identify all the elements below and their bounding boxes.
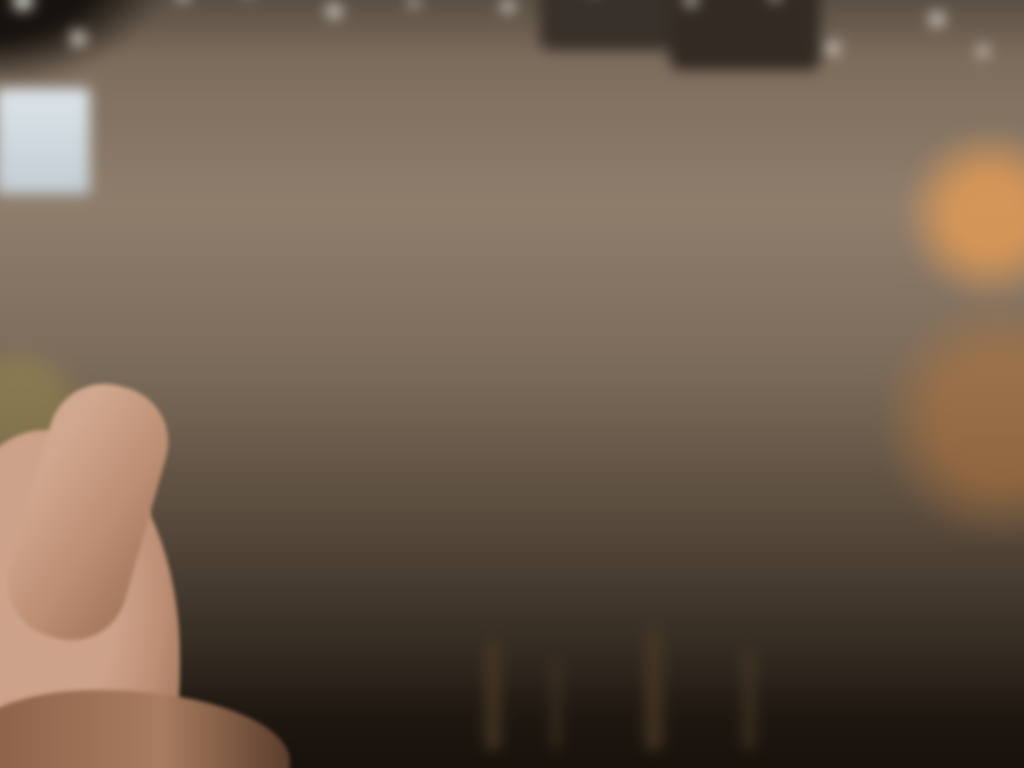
ceiling-light [976,44,990,58]
chair-leg [645,630,663,750]
warm-light-glow [895,130,1024,300]
chair-leg [550,660,562,750]
chair-leg [485,640,501,750]
ceiling-light [825,40,841,56]
ceiling-light [500,0,516,14]
stage: $ ? [0,0,1024,768]
ceiling-light [408,0,420,8]
projector-screen [0,88,90,194]
ceiling-light [175,0,191,2]
warm-light-glow [870,300,1024,540]
ceiling-light [68,28,88,48]
ceiling-light [325,2,343,20]
chair-leg [742,650,756,750]
ceiling-beam [670,0,820,70]
ceiling-light [928,10,946,28]
